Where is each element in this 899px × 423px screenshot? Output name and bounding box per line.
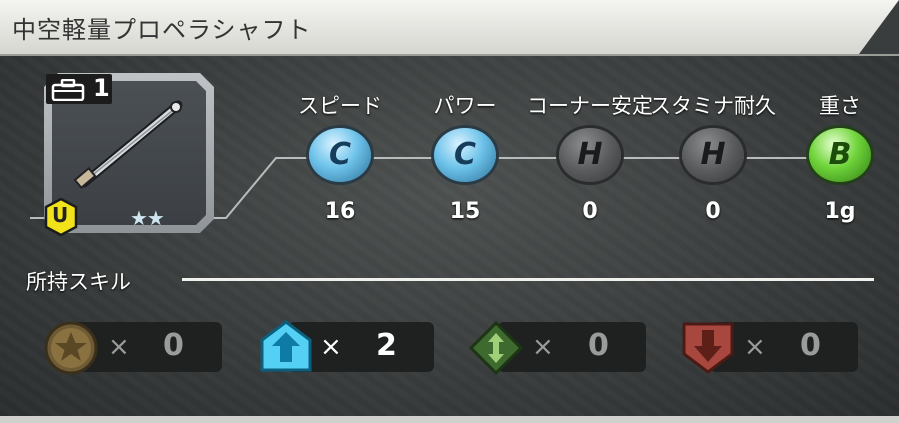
stat-label-power: パワー xyxy=(433,94,497,118)
stat-label-speed: スピード xyxy=(298,94,382,118)
star-rating: ★★ xyxy=(130,206,165,230)
skill-count-updown: 0 xyxy=(588,328,609,363)
skill-times-down: × xyxy=(744,332,766,362)
rank-letter: U xyxy=(52,203,69,227)
down-arrow-icon xyxy=(682,322,734,374)
grade-letter-corner: H xyxy=(577,137,603,172)
grade-badge-weight: B xyxy=(809,128,871,182)
star-medal-icon xyxy=(44,321,98,375)
stat-label-stamina: スタミナ耐久 xyxy=(650,94,776,118)
stat-label-corner: コーナー安定 xyxy=(527,94,653,118)
grade-letter-weight: B xyxy=(828,137,852,172)
stat-value-stamina: 0 xyxy=(705,199,721,224)
skill-times-up: × xyxy=(320,332,342,362)
stat-value-power: 15 xyxy=(449,199,481,224)
skill-count-star: 0 xyxy=(163,328,184,363)
toolbox-icon xyxy=(51,79,85,101)
bottom-edge xyxy=(0,416,899,423)
skill-count-down: 0 xyxy=(800,328,821,363)
skills-divider xyxy=(182,278,874,281)
item-detail-panel: 中空軽量プロペラシャフト 1 U ★★ スピード パワー コーナー安定 スタミナ… xyxy=(0,0,899,423)
skills-section-label: 所持スキル xyxy=(26,270,131,294)
propeller-shaft-icon xyxy=(73,100,183,190)
item-count: 1 xyxy=(93,74,110,102)
stat-value-weight: 1g xyxy=(824,199,856,224)
skill-count-up: 2 xyxy=(376,328,397,363)
up-down-arrow-icon xyxy=(468,320,524,376)
skill-times-star: × xyxy=(108,332,130,362)
grade-badge-stamina: H xyxy=(682,128,744,182)
title-bar: 中空軽量プロペラシャフト xyxy=(0,0,899,56)
grade-badge-power: C xyxy=(434,128,496,182)
grade-letter-speed: C xyxy=(328,137,352,172)
up-arrow-icon xyxy=(260,320,312,372)
grade-letter-stamina: H xyxy=(700,137,726,172)
stat-value-corner: 0 xyxy=(582,199,598,224)
stat-label-weight: 重さ xyxy=(819,94,861,118)
grade-badge-corner: H xyxy=(559,128,621,182)
skill-times-updown: × xyxy=(532,332,554,362)
grade-letter-power: C xyxy=(453,137,477,172)
item-title: 中空軽量プロペラシャフト xyxy=(12,16,312,44)
stat-value-speed: 16 xyxy=(324,199,356,224)
grade-badge-speed: C xyxy=(309,128,371,182)
